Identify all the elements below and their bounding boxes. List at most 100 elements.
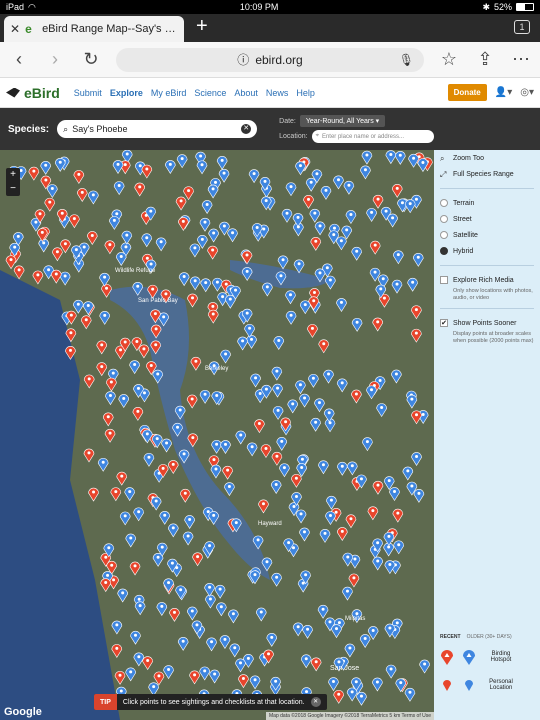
address-bar[interactable]: ⓘ ebird.org 🎙 [116, 47, 424, 72]
pin-dot [414, 331, 418, 335]
nav-science[interactable]: Science [194, 88, 226, 98]
pin-dot [349, 517, 353, 521]
bookmark-star-button[interactable]: ☆ [438, 49, 460, 70]
rich-media-checkbox[interactable] [440, 276, 448, 284]
pin-dot [396, 511, 400, 515]
status-bar: iPad ◠ 10:09 PM ✱ 52% [0, 0, 540, 14]
zoom-tool-item[interactable]: ⌕ Zoom Too [440, 150, 534, 166]
pin-dot [265, 285, 269, 289]
more-menu-button[interactable]: ⋯ [510, 49, 532, 70]
clock: 10:09 PM [239, 2, 279, 12]
street-label: Street [453, 215, 472, 223]
map-type-street[interactable]: Street [440, 211, 534, 227]
microphone-icon[interactable]: 🎙 [399, 53, 414, 67]
pin-dot [315, 172, 319, 176]
info-icon[interactable]: ⓘ [237, 51, 249, 68]
nav-explore[interactable]: Explore [110, 88, 143, 98]
ebird-favicon-icon: e [25, 22, 32, 36]
map-options-panel: ⌕ Zoom Too ⤢ Full Species Range Terrain … [434, 150, 540, 720]
browser-tab[interactable]: ✕ e eBird Range Map--Say's Phoe [4, 16, 184, 42]
pin-dot [176, 425, 180, 429]
points-sooner-checkbox[interactable]: ✔ [440, 319, 448, 327]
pin-dot [227, 485, 231, 489]
pin-dot [296, 215, 300, 219]
reload-button[interactable]: ↻ [80, 49, 102, 70]
pin-dot [212, 231, 216, 235]
pin-dot [400, 201, 404, 205]
hybrid-radio[interactable] [440, 247, 448, 255]
pin-dot [154, 343, 158, 347]
pin-dot [133, 363, 137, 367]
pin-dot [371, 628, 375, 632]
pin-dot [159, 240, 163, 244]
pin-dot [153, 312, 157, 316]
pin-dot [395, 282, 399, 286]
map-canvas[interactable]: San Pablo Bay Wildlife Refuge San Jose M… [0, 150, 434, 720]
pin-dot [145, 236, 149, 240]
pin-dot [100, 343, 104, 347]
zoom-in-button[interactable]: + [6, 168, 20, 182]
date-select[interactable]: Year-Round, All Years ▾ [299, 115, 386, 127]
recent-personal-icon [443, 680, 451, 691]
expand-icon: ⤢ [440, 170, 447, 179]
pin-dot [370, 388, 374, 392]
species-input[interactable]: ⌕ Say's Phoebe ✕ [57, 120, 258, 138]
pin-dot [296, 625, 300, 629]
pin-dot [136, 386, 140, 390]
zoom-out-button[interactable]: − [6, 182, 20, 196]
new-tab-button[interactable]: + [196, 15, 208, 38]
close-tab-icon[interactable]: ✕ [10, 22, 20, 36]
pin-dot [263, 179, 267, 183]
rich-media-option[interactable]: Explore Rich Media [440, 272, 534, 288]
nav-my-ebird[interactable]: My eBird [151, 88, 187, 98]
pin-dot [299, 512, 303, 516]
pin-dot [276, 386, 280, 390]
pin-dot [321, 463, 325, 467]
pin-dot [395, 621, 399, 625]
donate-button[interactable]: Donate [447, 84, 487, 101]
back-button[interactable]: ‹ [8, 49, 30, 70]
map-type-terrain[interactable]: Terrain [440, 195, 534, 211]
language-globe-icon[interactable]: ◎▾ [520, 87, 534, 98]
pin-dot [245, 253, 249, 257]
pin-dot [241, 677, 245, 681]
map-attribution[interactable]: Map data ©2018 Google Imagery ©2018 Terr… [266, 712, 434, 720]
pin-dot [264, 446, 268, 450]
pin-dot [203, 669, 207, 673]
pin-dot [190, 397, 194, 401]
points-sooner-option[interactable]: ✔ Show Points Sooner [440, 315, 534, 331]
pin-dot [332, 226, 336, 230]
pin-dot [181, 639, 185, 643]
pin-dot [365, 153, 369, 157]
pin-dot [350, 690, 354, 694]
pin-dot [379, 287, 383, 291]
map-type-hybrid[interactable]: Hybrid [440, 243, 534, 259]
street-radio[interactable] [440, 215, 448, 223]
share-button[interactable]: ⇪ [474, 49, 496, 70]
user-menu-icon[interactable]: 👤▾ [495, 87, 512, 98]
tip-close-button[interactable]: ✕ [310, 697, 321, 707]
location-input[interactable]: ⌖ Enter place name or address... [311, 130, 434, 143]
satellite-radio[interactable] [440, 231, 448, 239]
pin-dot [182, 452, 186, 456]
nav-help[interactable]: Help [296, 88, 315, 98]
tab-count-button[interactable]: 1 [514, 20, 530, 34]
pin-dot [134, 633, 138, 637]
pin-dot [115, 212, 119, 216]
pin-dot [228, 297, 232, 301]
ebird-logo[interactable]: eBird [6, 85, 60, 101]
full-range-item[interactable]: ⤢ Full Species Range [440, 166, 534, 182]
pin-dot [274, 482, 278, 486]
pin-dot [246, 656, 250, 660]
nav-about[interactable]: About [234, 88, 258, 98]
pin-dot [146, 659, 150, 663]
forward-button[interactable]: › [44, 49, 66, 70]
range-map[interactable]: San Pablo Bay Wildlife Refuge San Jose M… [0, 150, 434, 720]
clear-species-icon[interactable]: ✕ [241, 124, 252, 134]
nav-news[interactable]: News [266, 88, 289, 98]
terrain-radio[interactable] [440, 199, 448, 207]
map-type-satellite[interactable]: Satellite [440, 227, 534, 243]
pin-dot [223, 442, 227, 446]
pin-dot [221, 295, 225, 299]
nav-submit[interactable]: Submit [74, 88, 102, 98]
